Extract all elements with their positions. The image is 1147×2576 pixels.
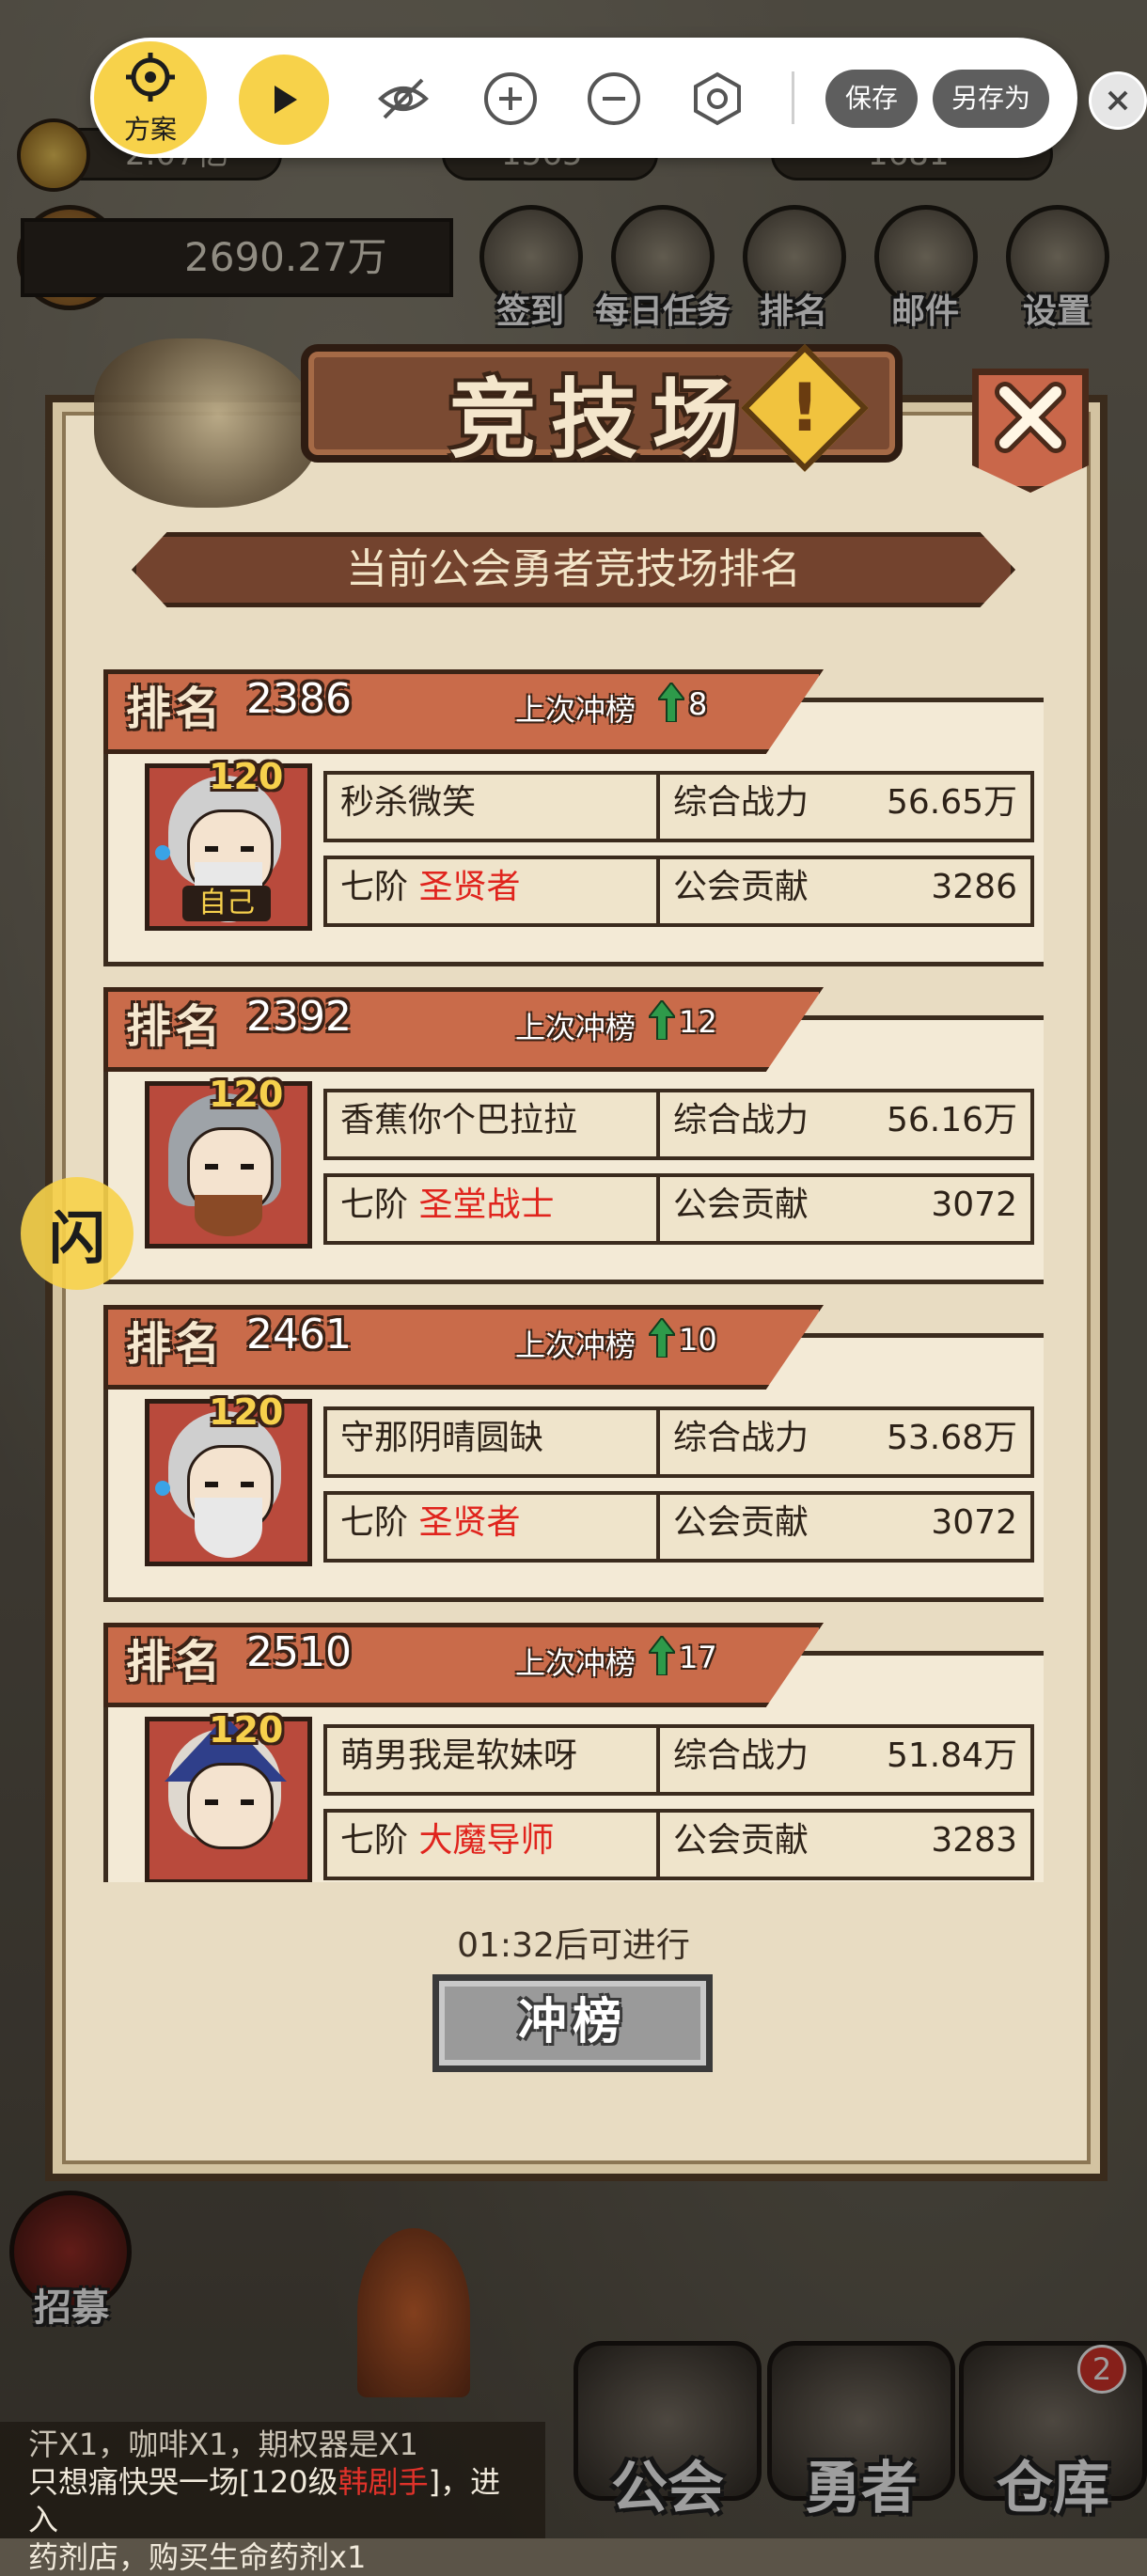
rank-number: 2386 xyxy=(246,675,352,723)
avatar-face xyxy=(187,1763,274,1849)
level-badge: 120 xyxy=(209,1074,284,1115)
rank-up-arrow-icon xyxy=(658,683,684,722)
staff-orb-icon xyxy=(155,845,170,860)
rank-label: 排名 xyxy=(126,1636,225,1689)
prev-rank-label: 上次冲榜 xyxy=(515,1327,636,1363)
rank-number: 2461 xyxy=(246,1311,352,1359)
player-name: 守那阴晴圆缺 xyxy=(323,1406,668,1478)
cooldown-timer: 01:32后可进行 xyxy=(457,1926,690,1965)
chat-feed[interactable]: 汗X1，咖啡X1，期权器是X1 只想痛快哭一场[120级韩剧手]，进入 药剂店，… xyxy=(0,2422,545,2575)
challenge-button[interactable]: 冲榜 xyxy=(432,1974,713,2072)
info-exclamation-icon: ! xyxy=(790,369,820,447)
contrib-field: 公会贡献 3072 xyxy=(656,1173,1034,1245)
prev-rank-label: 上次冲榜 xyxy=(515,1010,636,1045)
zoom-out-button[interactable] xyxy=(583,68,645,130)
crosshair-icon xyxy=(126,53,175,102)
toolbar-divider xyxy=(792,71,794,124)
player-name: 秒杀微笑 xyxy=(323,771,668,842)
power-field: 综合战力 56.65万 xyxy=(656,771,1034,842)
staff-orb-icon xyxy=(155,1481,170,1496)
plan-label: 方案 xyxy=(123,114,177,145)
rank-up-arrow-icon xyxy=(649,1318,675,1358)
player-class: 七阶 圣堂战士 xyxy=(323,1173,668,1245)
level-badge: 120 xyxy=(209,1391,284,1433)
prev-rank-change: 10 xyxy=(679,1322,717,1358)
play-button[interactable] xyxy=(239,55,329,145)
settings-hex-button[interactable] xyxy=(686,68,748,130)
player-class: 七阶 圣贤者 xyxy=(323,856,668,927)
prev-rank-label: 上次冲榜 xyxy=(515,1645,636,1681)
power-field: 综合战力 53.68万 xyxy=(656,1406,1034,1478)
chat-line: 汗X1，咖啡X1，期权器是X1 xyxy=(28,2427,418,2462)
avatar-beard xyxy=(195,1498,262,1558)
player-name: 香蕉你个巴拉拉 xyxy=(323,1089,668,1160)
hide-button[interactable] xyxy=(372,68,434,130)
minus-circle-icon xyxy=(588,72,640,125)
contrib-field: 公会贡献 3283 xyxy=(656,1809,1034,1880)
close-icon xyxy=(1108,90,1128,111)
zoom-in-button[interactable] xyxy=(479,68,542,130)
hexagon-gear-icon xyxy=(694,71,741,126)
power-field: 综合战力 56.16万 xyxy=(656,1089,1034,1160)
rank-up-arrow-icon xyxy=(649,1636,675,1675)
play-icon xyxy=(275,86,297,114)
rank-up-arrow-icon xyxy=(649,1000,675,1040)
rank-label: 排名 xyxy=(126,683,225,735)
prev-rank-change: 17 xyxy=(679,1640,717,1675)
ranking-card[interactable]: 排名 2461 上次冲榜 10 120 守那阴晴圆缺 七阶 圣贤者 综合战力 53… xyxy=(103,1305,1044,1602)
prev-rank-change: 12 xyxy=(679,1004,717,1040)
save-button[interactable]: 保存 xyxy=(825,70,918,128)
prev-rank-change: 8 xyxy=(688,686,708,722)
chat-line: 只想痛快哭一场[120级韩剧手]，进入 xyxy=(28,2464,501,2537)
self-tag: 自己 xyxy=(182,886,271,921)
level-badge: 120 xyxy=(209,1709,284,1751)
floating-assist-label: 闪 xyxy=(49,1205,105,1272)
plus-circle-icon xyxy=(484,72,537,125)
ranking-card[interactable]: 排名 2510 上次冲榜 17 120 萌男我是软妹呀 七阶 大魔导师 综合战力… xyxy=(103,1623,1044,1882)
prev-rank-label: 上次冲榜 xyxy=(515,692,636,728)
ranking-card[interactable]: 排名 2392 上次冲榜 12 120 香蕉你个巴拉拉 七阶 圣堂战士 综合战力… xyxy=(103,987,1044,1284)
chat-line: 药剂店，购买生命药剂x1 xyxy=(28,2539,367,2575)
level-badge: 120 xyxy=(209,756,284,797)
close-icon xyxy=(995,382,1066,453)
avatar-beard xyxy=(195,1195,262,1236)
eye-off-icon xyxy=(378,78,429,119)
rank-label: 排名 xyxy=(126,1000,225,1053)
floating-assist-button[interactable]: 闪 xyxy=(21,1177,134,1290)
save-as-button[interactable]: 另存为 xyxy=(933,70,1049,128)
rank-number: 2510 xyxy=(246,1628,352,1676)
player-class: 七阶 大魔导师 xyxy=(323,1809,668,1880)
player-class: 七阶 圣贤者 xyxy=(323,1491,668,1563)
panel-subtitle: 当前公会勇者竞技场排名 xyxy=(346,545,801,593)
player-name: 萌男我是软妹呀 xyxy=(323,1724,668,1796)
ranking-list[interactable]: 排名 2386 上次冲榜 8 120 自己 秒杀微笑 七阶 圣贤者 综合战力 56… xyxy=(103,669,1044,1882)
contrib-field: 公会贡献 3072 xyxy=(656,1491,1034,1563)
rank-number: 2392 xyxy=(246,993,352,1041)
rank-label: 排名 xyxy=(126,1318,225,1371)
ranking-card[interactable]: 排名 2386 上次冲榜 8 120 自己 秒杀微笑 七阶 圣贤者 综合战力 56… xyxy=(103,669,1044,966)
power-field: 综合战力 51.84万 xyxy=(656,1724,1034,1796)
contrib-field: 公会贡献 3286 xyxy=(656,856,1034,927)
toolbar-close-button[interactable] xyxy=(1089,71,1147,130)
